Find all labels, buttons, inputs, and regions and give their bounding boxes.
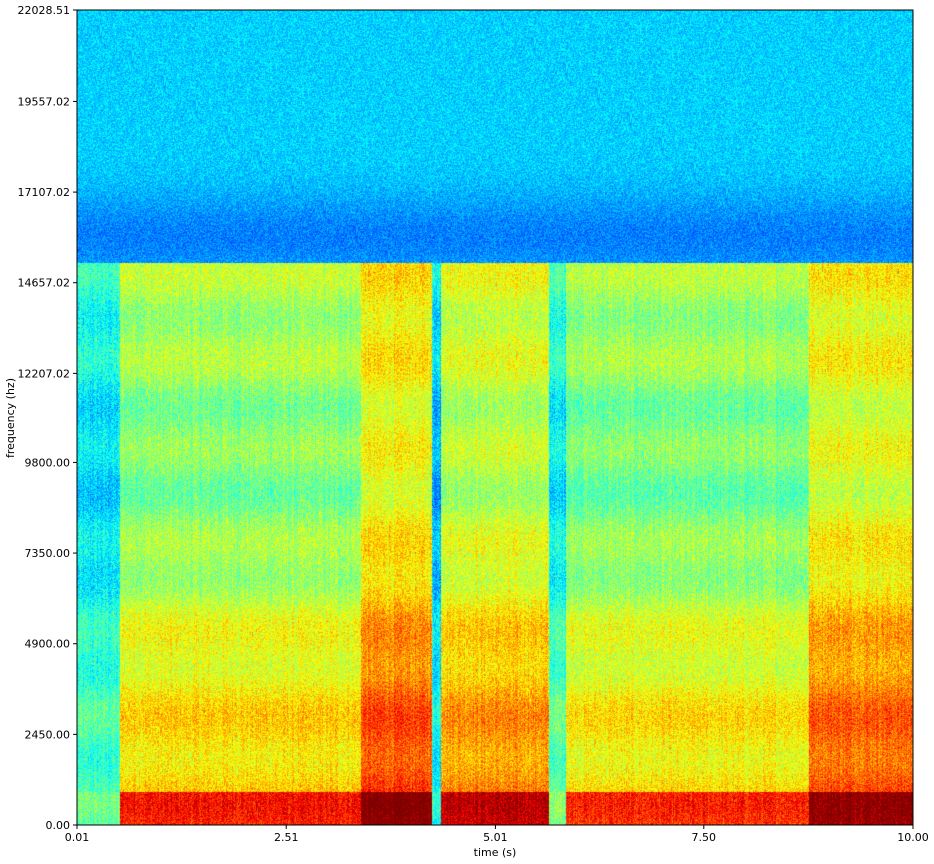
- y-tick-label: 12207.02: [18, 367, 71, 380]
- x-axis-label: time (s): [474, 846, 517, 859]
- y-tick-label: 9800.00: [25, 456, 71, 469]
- axes: 0.01 2.51 5.01 7.50 10.00 0.00 2450.00 4900.00…: [4, 4, 929, 859]
- y-tick-label: 22028.51: [18, 4, 71, 17]
- plot-frame: [76, 9, 914, 826]
- y-tick-label: 14657.02: [18, 277, 71, 290]
- y-tick-label: 2450.00: [25, 728, 71, 741]
- y-tick-label: 0.00: [46, 819, 71, 832]
- y-axis-ticks: 0.00 2450.00 4900.00 7350.00 9800.00 12207.02…: [18, 4, 77, 832]
- x-tick-label: 2.51: [274, 831, 299, 844]
- x-tick-label: 5.01: [483, 831, 508, 844]
- spectrogram-figure: 0.01 2.51 5.01 7.50 10.00 0.00 2450.00 4900.00…: [0, 0, 934, 864]
- y-tick-label: 4900.00: [25, 638, 71, 651]
- x-axis-ticks: 0.01 2.51 5.01 7.50 10.00: [65, 825, 929, 844]
- y-tick-label: 7350.00: [25, 547, 71, 560]
- x-tick-label: 7.50: [692, 831, 717, 844]
- y-axis-label: frequency (hz): [4, 378, 17, 458]
- y-tick-label: 17107.02: [18, 186, 71, 199]
- x-tick-label: 10.00: [897, 831, 929, 844]
- y-tick-label: 19557.02: [18, 95, 71, 108]
- x-tick-label: 0.01: [65, 831, 90, 844]
